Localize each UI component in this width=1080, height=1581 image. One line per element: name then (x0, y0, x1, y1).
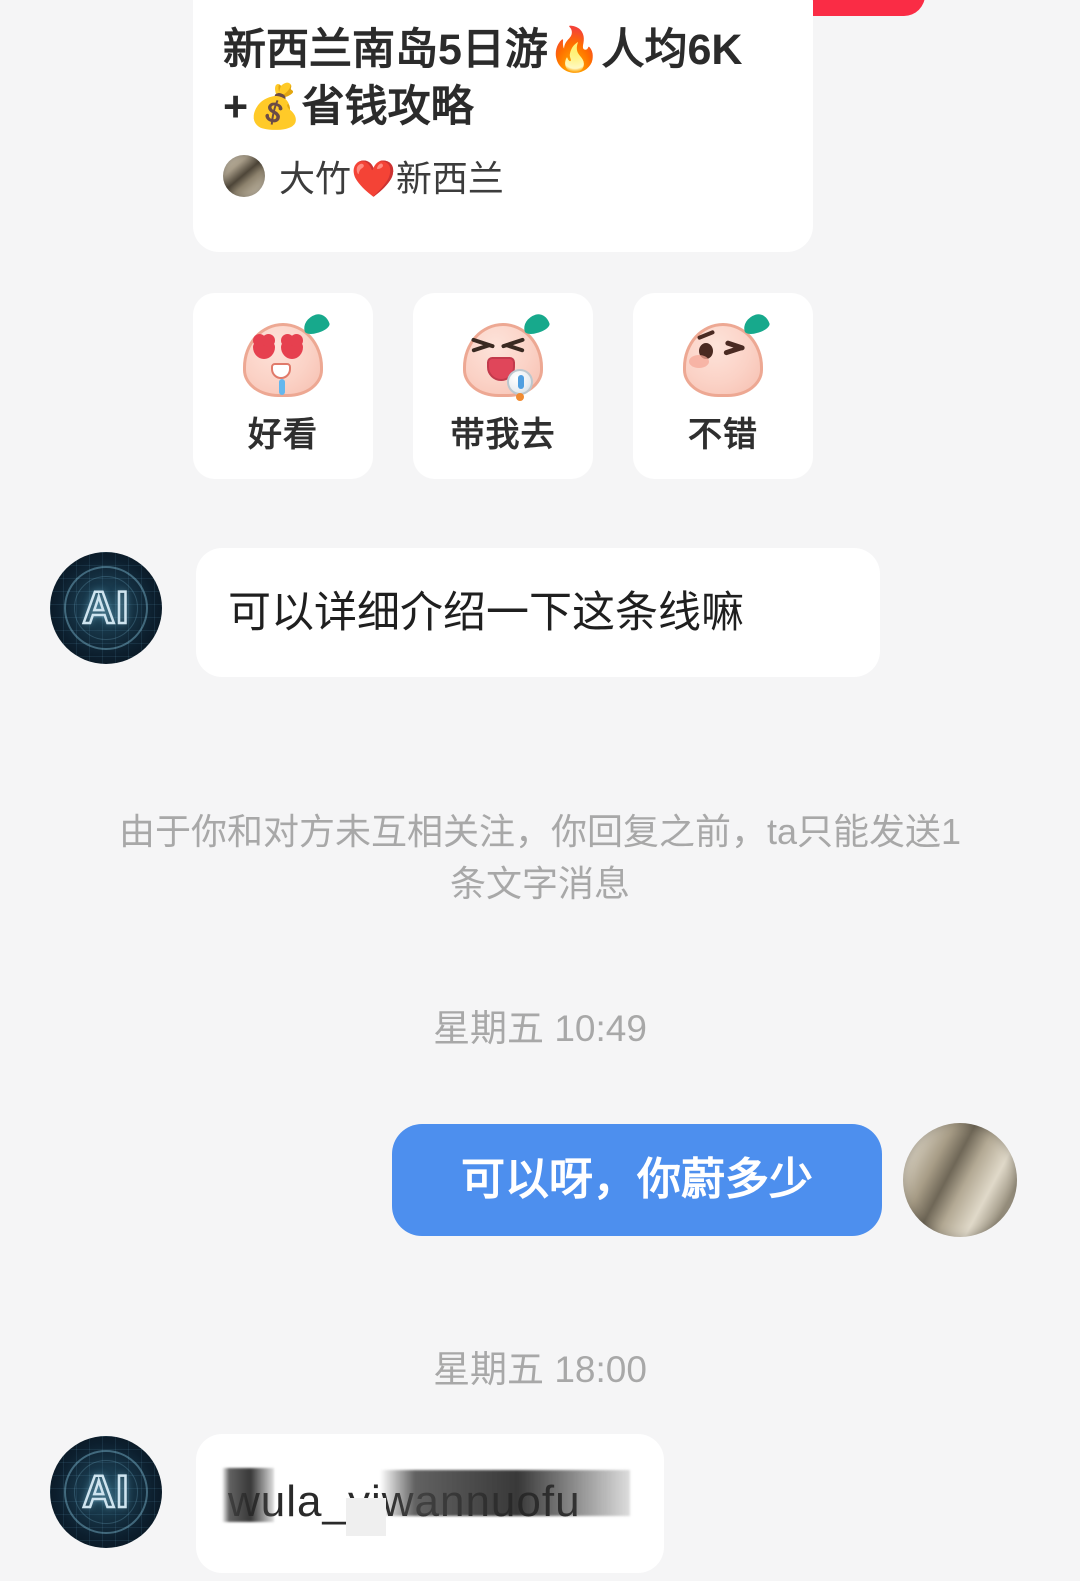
sticker-label: 好看 (248, 416, 318, 454)
shared-note-author-row: 大竹❤️新西兰 (223, 150, 783, 202)
peach-heart-eyes-sticker (235, 309, 332, 405)
chat-screen: 新西兰南岛5日游🔥人均6K+💰省钱攻略 大竹❤️新西兰 好看 带我去 不错 AI… (0, 0, 1080, 1581)
peach-laughing-mic-sticker (455, 309, 552, 405)
redacted-message-text-wrapper: wula_yiwannuofu (222, 1468, 632, 1536)
ai-avatar[interactable]: AI (50, 1436, 162, 1548)
timestamp-divider-2: 星期五 18:00 (433, 1349, 647, 1390)
redaction-overlay (222, 1468, 274, 1522)
ai-avatar[interactable]: AI (50, 552, 162, 664)
system-notice: 由于你和对方未互相关注，你回复之前，ta只能发送1条文字消息 (118, 811, 962, 905)
user-photo-avatar[interactable] (903, 1123, 1017, 1237)
message-bubble-incoming-1[interactable]: 可以详细介绍一下这条线嘛 (196, 548, 880, 678)
sticker-label: 不错 (688, 416, 758, 454)
message-text: 可以详细介绍一下这条线嘛 (228, 589, 744, 637)
message-bubble-outgoing-1[interactable]: 可以呀，你蔚多少 (392, 1124, 882, 1236)
sticker-button-bucuo[interactable]: 不错 (633, 293, 813, 479)
ai-avatar-label: AI (81, 581, 130, 635)
sticker-button-haokan[interactable]: 好看 (193, 293, 373, 479)
message-bubble-incoming-2[interactable]: wula_yiwannuofu (196, 1434, 664, 1573)
redaction-overlay (380, 1470, 630, 1516)
shared-note-title: 新西兰南岛5日游🔥人均6K+💰省钱攻略 (223, 26, 743, 131)
message-text: 可以呀，你蔚多少 (461, 1154, 813, 1204)
author-photo-avatar (223, 154, 265, 197)
shared-note-card[interactable]: 新西兰南岛5日游🔥人均6K+💰省钱攻略 大竹❤️新西兰 (193, 0, 813, 252)
shared-note-author-name: 大竹❤️新西兰 (279, 157, 504, 199)
sticker-label: 带我去 (450, 416, 556, 454)
sticker-button-daiwoqu[interactable]: 带我去 (413, 293, 593, 479)
quick-sticker-row: 好看 带我去 不错 (193, 293, 813, 479)
peach-winking-sticker (675, 309, 772, 405)
timestamp-divider-1: 星期五 10:49 (433, 1008, 647, 1049)
redaction-overlay (346, 1498, 386, 1536)
ai-avatar-label: AI (81, 1465, 130, 1519)
